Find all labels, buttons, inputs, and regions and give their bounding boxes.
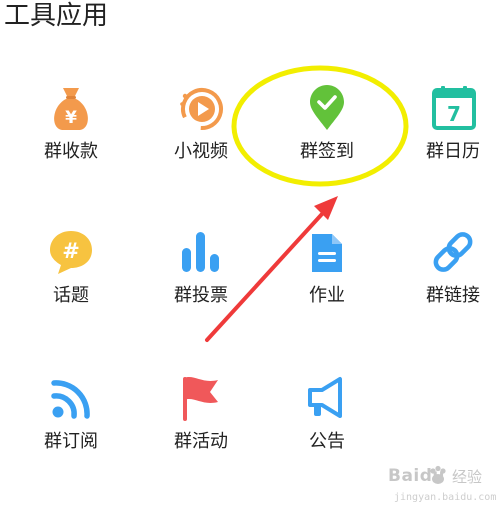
arrow-head — [314, 196, 338, 220]
tool-label: 小视频 — [174, 141, 228, 162]
tool-label: 话题 — [53, 285, 89, 306]
tool-group-checkin[interactable]: 群签到 — [272, 84, 382, 194]
watermark-cn: 经验 — [452, 468, 483, 486]
currency-symbol: ¥ — [65, 108, 77, 128]
tool-label: 作业 — [309, 285, 345, 306]
tool-label: 群签到 — [300, 141, 354, 162]
tool-group-link[interactable]: 群链接 — [398, 228, 504, 338]
calendar-icon: 7 — [432, 86, 476, 130]
tool-label: 群链接 — [426, 285, 480, 306]
tool-group-payment[interactable]: ¥ 群收款 — [16, 84, 126, 194]
hashtag-bubble-icon: # — [50, 231, 92, 274]
money-bag-icon: ¥ — [54, 88, 88, 130]
document-icon — [312, 234, 342, 272]
tool-short-video[interactable]: 小视频 — [146, 84, 256, 194]
tool-label: 群日历 — [426, 141, 480, 162]
tool-label: 公告 — [309, 431, 345, 452]
tool-announcement[interactable]: 公告 — [272, 374, 382, 484]
watermark-brand: Baidu — [388, 466, 446, 486]
megaphone-icon — [308, 377, 342, 418]
tool-label: 群活动 — [174, 431, 228, 452]
tool-group-subscribe[interactable]: 群订阅 — [16, 374, 126, 484]
watermark: Baidu 经验 jingyan.baidu.com — [376, 462, 500, 512]
link-icon — [433, 232, 473, 272]
watermark-url: jingyan.baidu.com — [394, 492, 497, 503]
check-pin-icon — [310, 85, 344, 130]
rss-icon — [51, 380, 90, 419]
page-title: 工具应用 — [4, 1, 109, 31]
tool-group-activity[interactable]: 群活动 — [146, 374, 256, 484]
tool-group-calendar[interactable]: 7 群日历 — [398, 84, 504, 194]
bar-chart-icon — [182, 232, 219, 272]
tool-topic[interactable]: # 话题 — [16, 228, 126, 338]
tool-group-vote[interactable]: 群投票 — [146, 228, 256, 338]
tool-label: 群投票 — [174, 285, 228, 306]
tool-label: 群订阅 — [44, 431, 98, 452]
tool-homework[interactable]: 作业 — [272, 228, 382, 338]
tool-label: 群收款 — [44, 141, 98, 162]
video-play-icon — [180, 88, 223, 130]
calendar-day: 7 — [447, 102, 461, 126]
flag-icon — [183, 377, 218, 421]
hash-symbol: # — [62, 239, 80, 263]
